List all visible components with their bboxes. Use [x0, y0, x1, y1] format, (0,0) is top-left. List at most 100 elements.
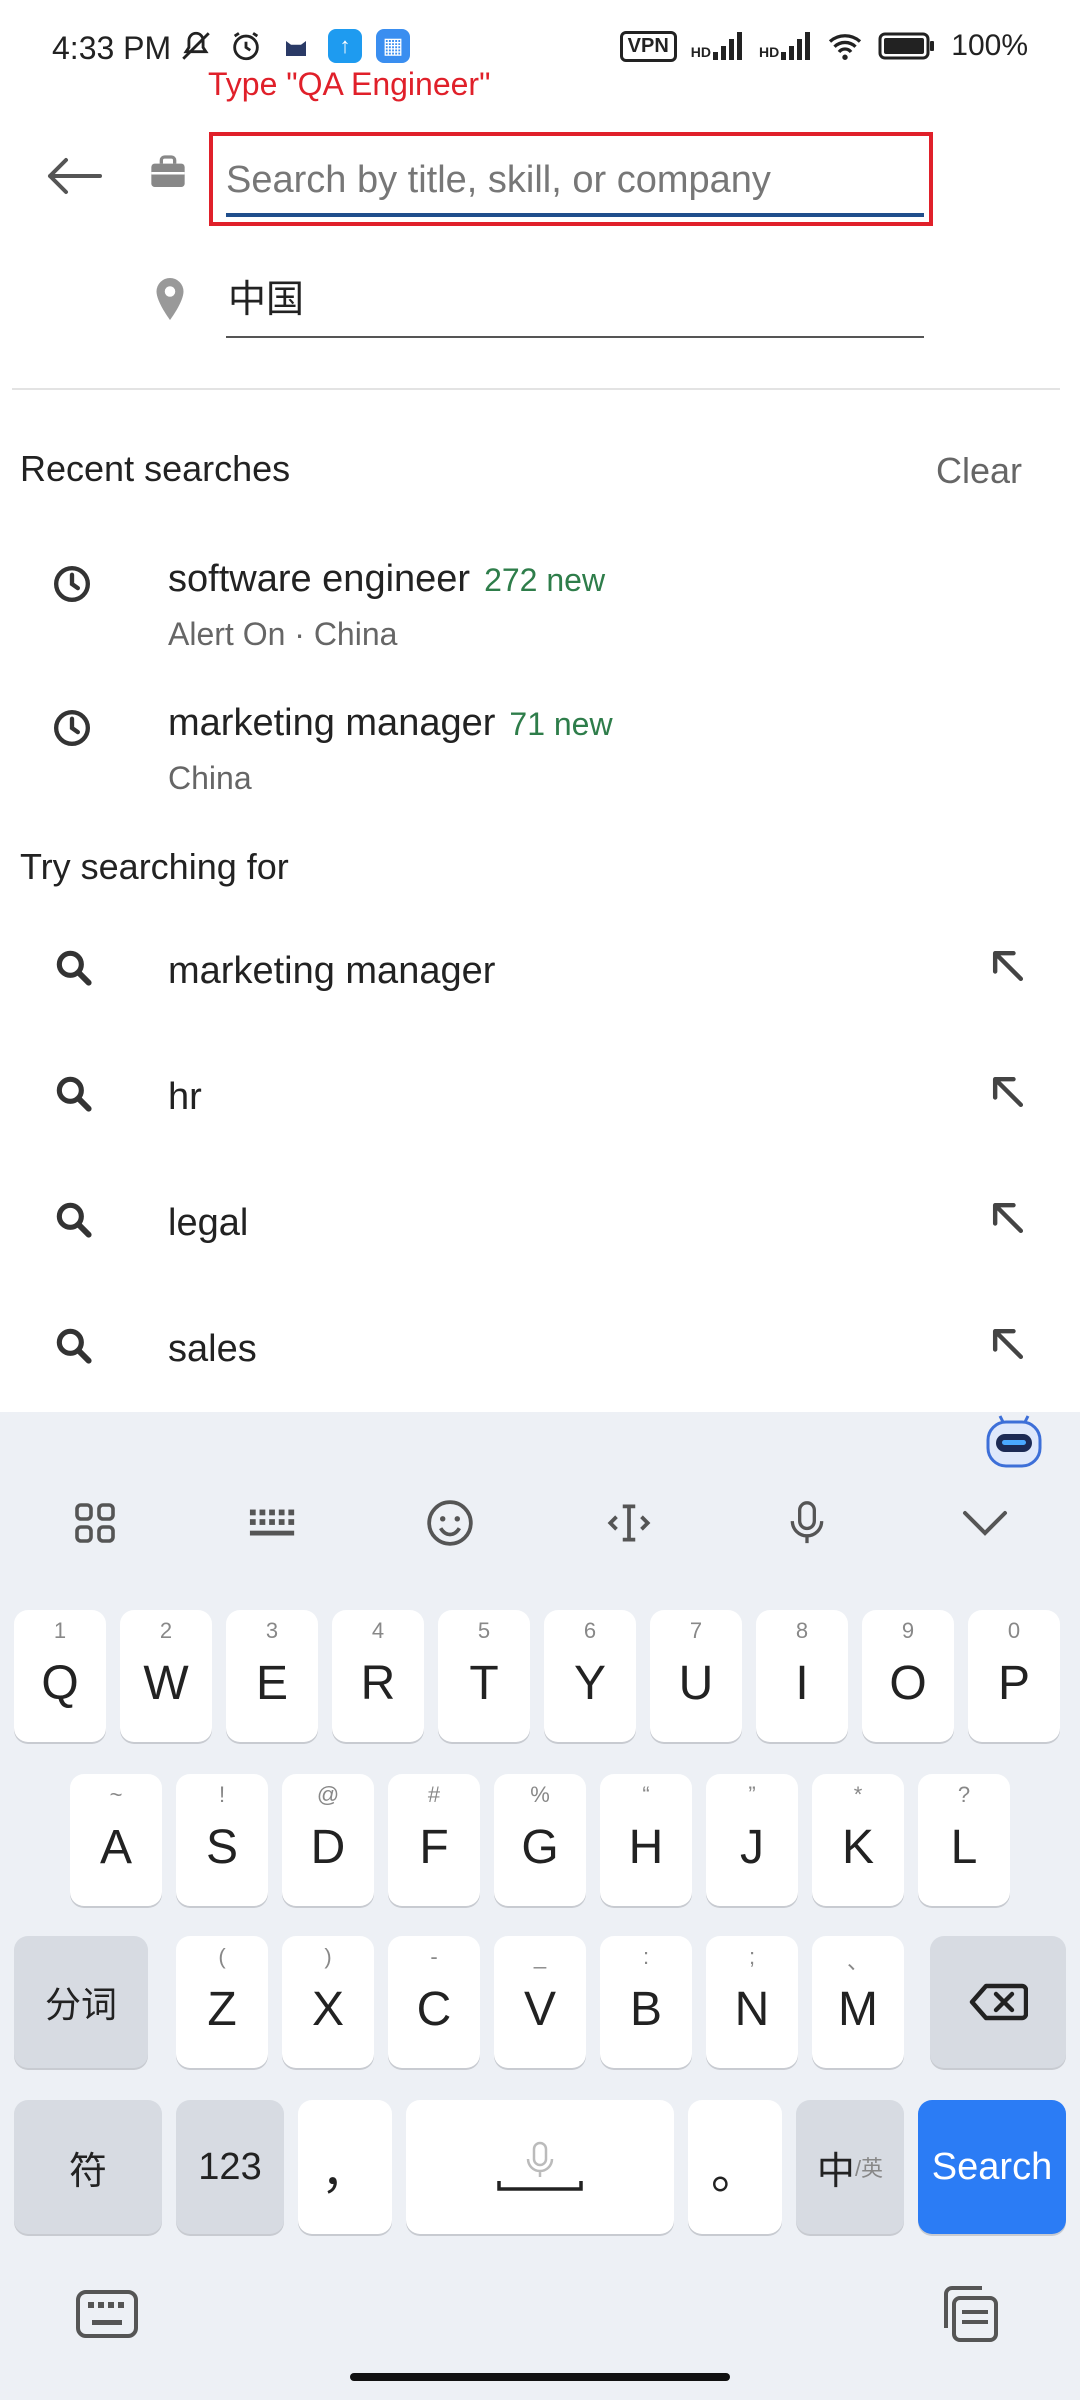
key-f[interactable]: # F — [388, 1774, 480, 1906]
space-key[interactable] — [406, 2100, 674, 2234]
key-numbers[interactable]: 123 — [176, 2100, 284, 2234]
key-hint: ? — [957, 1782, 971, 1807]
key-letter: T — [469, 1656, 499, 1710]
keyboard-toolbar — [0, 1468, 1080, 1578]
key-hint: 8 — [795, 1618, 809, 1643]
briefcase-icon — [148, 152, 188, 192]
key-letter: R — [360, 1656, 396, 1710]
key-letter: W — [143, 1656, 189, 1710]
key-o[interactable]: 9O — [862, 1610, 954, 1742]
key-d[interactable]: @ D — [282, 1774, 374, 1906]
recent-search-item[interactable]: marketing manager 71 new China — [0, 688, 1080, 828]
location-input[interactable]: 中国 — [228, 268, 924, 328]
key-x[interactable]: ) X — [282, 1936, 374, 2068]
key-period[interactable]: 。 — [688, 2100, 782, 2234]
suggestion-item[interactable]: sales — [0, 1298, 1080, 1408]
wifi-icon — [827, 28, 863, 64]
key-w[interactable]: 2W — [120, 1610, 212, 1742]
suggestion-item[interactable]: hr — [0, 1046, 1080, 1156]
key-l[interactable]: ? L — [918, 1774, 1010, 1906]
key-hint: ! — [218, 1782, 226, 1807]
key-letter: I — [795, 1656, 809, 1710]
suggestion-item[interactable]: legal — [0, 1172, 1080, 1282]
key-v[interactable]: _ V — [494, 1936, 586, 2068]
key-hint: ” — [748, 1782, 756, 1807]
key-letter: A — [99, 1820, 132, 1874]
suggestion-item[interactable]: marketing manager — [0, 920, 1080, 1030]
key-comma[interactable]: ， — [298, 2100, 392, 2234]
microphone-icon[interactable] — [772, 1488, 842, 1558]
key-symbols[interactable]: 符 — [14, 2100, 162, 2234]
suggestion-label: hr — [168, 1076, 202, 1118]
key-hint: - — [430, 1944, 438, 1969]
key-r[interactable]: 4R — [332, 1610, 424, 1742]
key-h[interactable]: “H — [600, 1774, 692, 1906]
key-b[interactable]: :B — [600, 1936, 692, 2068]
space-mic-icon — [497, 2141, 583, 2191]
recent-search-item[interactable]: software engineer 272 new Alert On · Chin… — [0, 544, 1080, 684]
search-input[interactable] — [226, 146, 924, 214]
key-c[interactable]: -C — [388, 1936, 480, 2068]
key-hint: 0 — [1007, 1618, 1021, 1643]
key-e[interactable]: 3E — [226, 1610, 318, 1742]
signal-icon-2: HD — [759, 32, 813, 60]
key-p[interactable]: 0P — [968, 1610, 1060, 1742]
alarm-icon — [228, 28, 264, 64]
key-language-switch[interactable]: 中/英 — [796, 2100, 904, 2234]
fill-query-arrow-icon[interactable] — [986, 1070, 1030, 1114]
key-hint: ~ — [109, 1782, 123, 1807]
fill-query-arrow-icon[interactable] — [986, 1322, 1030, 1366]
recent-title: software engineer — [168, 558, 471, 600]
recent-subtitle: Alert On · China — [168, 616, 398, 652]
suggestion-label: sales — [168, 1328, 257, 1370]
search-icon — [56, 1076, 92, 1112]
mute-icon — [178, 28, 214, 64]
key-a[interactable]: ~ A — [70, 1774, 162, 1906]
emoji-icon[interactable] — [415, 1488, 485, 1558]
back-arrow-icon — [48, 158, 102, 194]
location-pin-icon — [152, 276, 188, 322]
suggestion-label: marketing manager — [168, 950, 496, 992]
new-count: 272 new — [484, 562, 606, 598]
key-hint: # — [427, 1782, 441, 1807]
key-j[interactable]: ” J — [706, 1774, 798, 1906]
assistant-robot-icon[interactable] — [982, 1412, 1046, 1472]
key-letter: D — [310, 1820, 346, 1874]
key-q[interactable]: 1Q — [14, 1610, 106, 1742]
key-i[interactable]: 8I — [756, 1610, 848, 1742]
key-hint: @ — [316, 1782, 340, 1807]
key-k[interactable]: * K — [812, 1774, 904, 1906]
key-hint: : — [642, 1944, 650, 1969]
search-icon — [56, 1202, 92, 1238]
key-u[interactable]: 7U — [650, 1610, 742, 1742]
back-button[interactable] — [38, 140, 110, 212]
clipboard-icon[interactable] — [938, 2284, 1002, 2349]
vpn-icon: VPN — [619, 30, 677, 62]
keyboard-switch-icon[interactable] — [74, 2286, 140, 2347]
key-s[interactable]: ! S — [176, 1774, 268, 1906]
recent-searches-title: Recent searches — [20, 448, 291, 489]
clear-button[interactable]: Clear — [936, 450, 1022, 492]
home-indicator[interactable] — [350, 2373, 730, 2381]
try-searching-title: Try searching for — [20, 846, 289, 887]
key-n[interactable]: ; N — [706, 1936, 798, 2068]
keyboard-layout-icon[interactable] — [238, 1488, 308, 1558]
grid-app-icon: ▦ — [376, 29, 410, 63]
key-g[interactable]: % G — [494, 1774, 586, 1906]
apps-grid-icon[interactable] — [60, 1488, 130, 1558]
key-fenci[interactable]: 分词 — [14, 1936, 148, 2068]
key-m[interactable]: 、 M — [812, 1936, 904, 2068]
cursor-move-icon[interactable] — [594, 1488, 664, 1558]
key-letter: F — [419, 1820, 449, 1874]
key-t[interactable]: 5T — [438, 1610, 530, 1742]
hide-keyboard-chevron-icon[interactable] — [950, 1488, 1020, 1558]
key-hint: 3 — [265, 1618, 279, 1643]
recent-subtitle: China — [168, 760, 252, 796]
search-key[interactable]: Search — [918, 2100, 1066, 2234]
fill-query-arrow-icon[interactable] — [986, 1196, 1030, 1240]
backspace-key[interactable] — [930, 1936, 1066, 2068]
key-y[interactable]: 6Y — [544, 1610, 636, 1742]
battery-percent: 100% — [951, 29, 1028, 62]
fill-query-arrow-icon[interactable] — [986, 944, 1030, 988]
key-z[interactable]: (Z — [176, 1936, 268, 2068]
